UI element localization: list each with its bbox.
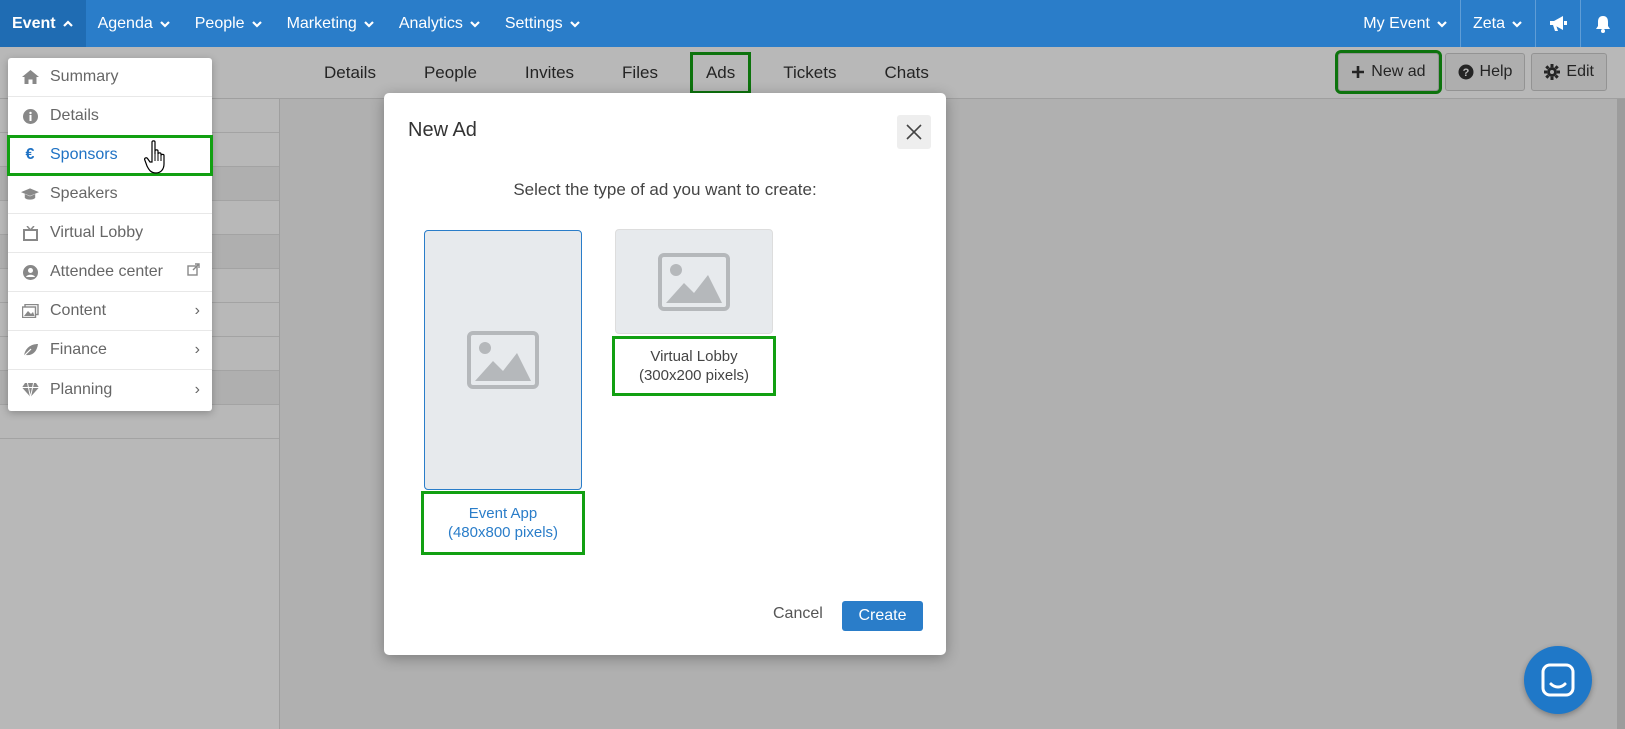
- menu-item-content[interactable]: Content ›: [8, 292, 212, 331]
- chevron-up-icon: [62, 19, 73, 27]
- menu-item-label: Content: [50, 302, 107, 319]
- announcements-button[interactable]: [1536, 0, 1580, 47]
- diamond-icon: [21, 382, 39, 398]
- event-app-size: (480x800 pixels): [447, 524, 559, 541]
- nav-marketing[interactable]: Marketing: [275, 0, 387, 47]
- nav-analytics[interactable]: Analytics: [387, 0, 493, 47]
- home-icon: [21, 69, 39, 85]
- virtual-lobby-name: Virtual Lobby: [650, 348, 738, 365]
- chevron-down-icon: [1437, 20, 1447, 28]
- chevron-down-icon: [569, 20, 580, 28]
- event-app-option[interactable]: [424, 230, 582, 490]
- chevron-right-icon: ›: [194, 380, 200, 398]
- menu-item-details[interactable]: Details: [8, 97, 212, 136]
- chevron-right-icon: ›: [194, 302, 200, 319]
- euro-icon: €: [25, 146, 35, 163]
- new-ad-modal: New Ad Select the type of ad you want to…: [384, 93, 946, 655]
- notifications-button[interactable]: [1581, 0, 1625, 47]
- chat-icon: [1541, 663, 1575, 697]
- event-app-name: Event App: [468, 505, 538, 522]
- menu-item-label: Virtual Lobby: [50, 224, 144, 241]
- menu-item-label: Sponsors: [50, 146, 118, 163]
- nav-people[interactable]: People: [183, 0, 275, 47]
- chevron-down-icon: [470, 20, 480, 28]
- modal-prompt: Select the type of ad you want to create…: [513, 180, 817, 199]
- virtual-lobby-size: (300x200 pixels): [638, 367, 750, 384]
- user-circle-icon: [21, 264, 39, 280]
- user-dropdown[interactable]: Zeta: [1461, 0, 1535, 47]
- nav-agenda-label: Agenda: [97, 14, 153, 32]
- chevron-down-icon: [159, 20, 170, 28]
- bell-icon: [1596, 15, 1610, 33]
- external-link-icon: [187, 263, 200, 281]
- nav-agenda[interactable]: Agenda: [86, 0, 183, 47]
- virtual-lobby-label[interactable]: Virtual Lobby (300x200 pixels): [612, 336, 776, 396]
- menu-item-summary[interactable]: Summary: [8, 58, 212, 97]
- menu-item-speakers[interactable]: Speakers: [8, 175, 212, 214]
- menu-item-attendee-center[interactable]: Attendee center: [8, 253, 212, 292]
- chevron-down-icon: [364, 20, 374, 28]
- nav-analytics-label: Analytics: [398, 14, 463, 32]
- leaf-icon: [21, 342, 39, 358]
- top-navbar: Event Agenda People Marketing Analytics …: [0, 0, 1625, 47]
- virtual-lobby-option[interactable]: [615, 229, 773, 334]
- menu-item-finance[interactable]: Finance ›: [8, 331, 212, 370]
- close-button[interactable]: [897, 115, 931, 149]
- chevron-right-icon: ›: [194, 341, 200, 358]
- my-event-dropdown[interactable]: My Event: [1351, 0, 1460, 47]
- image-placeholder-icon: [658, 252, 730, 311]
- cancel-button[interactable]: Cancel: [773, 605, 823, 623]
- tv-icon: [21, 225, 39, 241]
- chat-launcher-button[interactable]: [1524, 646, 1592, 714]
- create-button[interactable]: Create: [842, 601, 923, 631]
- megaphone-icon: [1550, 15, 1567, 31]
- chevron-down-icon: [251, 20, 262, 28]
- top-navbar-right: My Event Zeta: [1351, 0, 1625, 47]
- images-icon: [21, 303, 39, 319]
- menu-item-label: Finance: [50, 341, 107, 358]
- nav-settings-label: Settings: [504, 14, 563, 32]
- menu-item-label: Attendee center: [50, 263, 163, 280]
- graduation-cap-icon: [21, 186, 39, 202]
- nav-event-label: Event: [12, 14, 56, 32]
- close-icon: [906, 124, 922, 140]
- user-label: Zeta: [1472, 14, 1505, 32]
- menu-item-label: Speakers: [50, 185, 118, 202]
- menu-item-label: Details: [50, 107, 99, 124]
- event-dropdown-menu: Summary Details € Sponsors Speakers Virt…: [7, 58, 213, 411]
- chevron-down-icon: [1512, 20, 1522, 28]
- event-app-label[interactable]: Event App (480x800 pixels): [421, 491, 585, 555]
- hand-pointer-icon: [144, 140, 165, 174]
- nav-event[interactable]: Event: [0, 0, 86, 47]
- info-icon: [21, 108, 39, 124]
- image-placeholder-icon: [467, 331, 539, 389]
- menu-item-label: Planning: [50, 380, 113, 398]
- menu-item-label: Summary: [50, 68, 119, 85]
- menu-item-planning[interactable]: Planning ›: [8, 370, 212, 409]
- nav-marketing-label: Marketing: [286, 14, 357, 32]
- nav-people-label: People: [194, 14, 245, 32]
- menu-item-virtual-lobby[interactable]: Virtual Lobby: [8, 214, 212, 253]
- modal-title: New Ad: [408, 119, 477, 141]
- menu-item-sponsors[interactable]: € Sponsors: [7, 135, 213, 176]
- nav-settings[interactable]: Settings: [493, 0, 593, 47]
- my-event-label: My Event: [1363, 14, 1430, 32]
